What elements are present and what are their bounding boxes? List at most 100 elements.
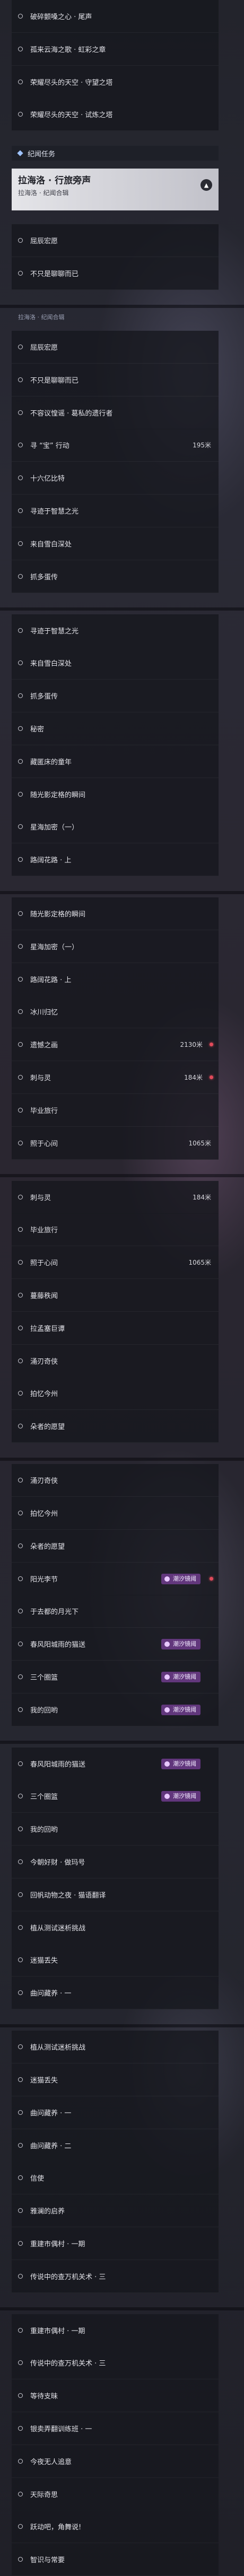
quest-row[interactable]: 刺与灵 184米: [12, 1061, 219, 1094]
quest-row[interactable]: 跃动吧，角舞说!: [12, 2510, 219, 2543]
quest-row[interactable]: 孤来云海之歌 · 虹彩之章: [12, 33, 219, 66]
quest-row[interactable]: 照于心间 1065米: [12, 1246, 219, 1279]
quest-row[interactable]: 不容议惶谣 · 葛私的遗行者: [12, 396, 219, 429]
status-ring-icon: [18, 2143, 23, 2148]
quest-row[interactable]: 曲问藏养 · 一: [12, 2096, 219, 2129]
quest-label: 十六亿比特: [30, 475, 65, 483]
quest-row[interactable]: 曲问藏养 · 一: [12, 1977, 219, 2009]
quest-row[interactable]: 重建市偶村 · 一期: [12, 2314, 219, 2347]
status-ring-icon: [18, 2208, 23, 2213]
quest-row[interactable]: 曲问藏养 · 二: [12, 2129, 219, 2162]
quest-row[interactable]: 今朝好财 · 做玛号: [12, 1846, 219, 1878]
distance-readout: 1065米: [188, 1140, 211, 1147]
quest-row[interactable]: 迷猫丢失: [12, 1944, 219, 1977]
quest-row[interactable]: 寻 “宝” 行动 195米: [12, 429, 219, 462]
quest-row[interactable]: 阳光李节 潮汐镜阈: [12, 1563, 219, 1595]
quest-row[interactable]: 随光影定格的瞬间: [12, 897, 219, 930]
status-ring-icon: [18, 410, 23, 415]
quest-row[interactable]: 三个圈篮 潮汐镜阈: [12, 1661, 219, 1693]
status-ring-icon: [18, 759, 23, 764]
status-ring-icon: [18, 1195, 23, 1199]
quest-row[interactable]: 来自雪白深处: [12, 527, 219, 560]
quest-row[interactable]: 照于心间 1065米: [12, 1127, 219, 1160]
quest-row[interactable]: 路阔花路 · 上: [12, 843, 219, 876]
quest-row[interactable]: 朵者的愿望: [12, 1530, 219, 1563]
quest-row[interactable]: 秘密: [12, 712, 219, 745]
quest-row[interactable]: 回帆动物之夜 · 猫语翻译: [12, 1878, 219, 1911]
status-ring-icon: [18, 2077, 23, 2082]
event-tag-badge: 潮汐镜阈: [161, 1790, 201, 1802]
quest-row[interactable]: 毕业旅行: [12, 1213, 219, 1246]
status-ring-icon: [18, 1957, 23, 1962]
quest-row[interactable]: 三个圈篮 潮汐镜阈: [12, 1780, 219, 1813]
status-ring-icon: [18, 2557, 23, 2562]
quest-row[interactable]: 来自雪白深处: [12, 647, 219, 680]
quest-row[interactable]: 涌刃奇侠: [12, 1345, 219, 1378]
quest-label: 三个圈篮: [30, 1793, 58, 1801]
quest-row[interactable]: 破碎颤嗓之心 · 尾声: [12, 0, 219, 33]
quest-row[interactable]: 雅澜的启养: [12, 2194, 219, 2227]
quest-row[interactable]: 春风阳城雨的猫送 潮汐镜阈: [12, 1748, 219, 1780]
quest-label: 刺与灵: [30, 1074, 51, 1082]
quest-row[interactable]: 信使: [12, 2162, 219, 2194]
quest-row[interactable]: 十六亿比特: [12, 462, 219, 495]
quest-label: 朵者的愿望: [30, 1423, 65, 1431]
quest-row[interactable]: 拍忆今州: [12, 1497, 219, 1530]
section-divider: [0, 305, 244, 308]
quest-row[interactable]: 涌刃奇侠: [12, 1464, 219, 1497]
quest-label: 我的回哟: [30, 1707, 58, 1715]
section-divider: [0, 1174, 244, 1177]
quest-label: 涌刃奇侠: [30, 1358, 58, 1366]
quest-label: 迷猫丢失: [30, 1957, 58, 1965]
quest-row[interactable]: 毕业旅行: [12, 1094, 219, 1127]
quest-row[interactable]: 藏匿床的童年: [12, 745, 219, 778]
quest-row[interactable]: 植从测试迷析挑战: [12, 2031, 219, 2063]
quest-row[interactable]: 拉孟塞巨谭: [12, 1312, 219, 1345]
quest-row[interactable]: 寻迹于智慧之光: [12, 495, 219, 527]
quest-row[interactable]: 智识与常要: [12, 2543, 219, 2576]
quest-row[interactable]: 传说中的查万机关术 · 三: [12, 2260, 219, 2293]
quest-row[interactable]: 今夜无人追意: [12, 2445, 219, 2478]
quest-row[interactable]: 星海加密（一）: [12, 930, 219, 963]
quest-row[interactable]: 屈辰宏愿: [12, 224, 219, 257]
quest-row[interactable]: 拍忆今州: [12, 1377, 219, 1410]
quest-label: 跃动吧，角舞说!: [30, 2524, 82, 2531]
status-ring-icon: [18, 944, 23, 949]
quest-row[interactable]: 星海加密（一）: [12, 810, 219, 843]
quest-row[interactable]: 我的回哟 潮汐镜阈: [12, 1693, 219, 1726]
collapse-icon[interactable]: ▲: [201, 179, 212, 191]
quest-row[interactable]: 冰川归忆: [12, 995, 219, 1028]
status-ring-icon: [18, 377, 23, 382]
quest-row[interactable]: 重建市偶村 · 一期: [12, 2227, 219, 2260]
quest-row[interactable]: 抓多蛋传: [12, 680, 219, 712]
quest-row[interactable]: 荣耀尽头的天空 · 守望之塔: [12, 66, 219, 99]
quest-row[interactable]: 朵者的愿望: [12, 1410, 219, 1443]
quest-row[interactable]: 随光影定格的瞬间: [12, 778, 219, 811]
quest-row[interactable]: 等待支昧: [12, 2379, 219, 2412]
alert-dot-icon: [210, 1075, 213, 1079]
quest-row[interactable]: 路阔花路 · 上: [12, 963, 219, 996]
quest-label: 植从测试迷析挑战: [30, 1925, 86, 1933]
quest-row[interactable]: 不只是聊聊而已: [12, 257, 219, 290]
quest-row[interactable]: 植从测试迷析挑战: [12, 1911, 219, 1944]
quest-row[interactable]: 银卖弄翻训练班 · 一: [12, 2412, 219, 2445]
quest-row[interactable]: 屈辰宏愿: [12, 331, 219, 364]
quest-row[interactable]: 寻迹于智慧之光: [12, 614, 219, 647]
quest-row[interactable]: 我的回哟: [12, 1813, 219, 1846]
quest-label: 星海加密（一）: [30, 824, 79, 832]
quest-row[interactable]: 春风阳城雨的猫送 潮汐镜阈: [12, 1628, 219, 1661]
quest-row[interactable]: 刺与灵 184米: [12, 1181, 219, 1214]
quest-row[interactable]: 迷猫丢失: [12, 2063, 219, 2096]
quest-row[interactable]: 传说中的查万机关术 · 三: [12, 2346, 219, 2379]
quest-row[interactable]: 抓多蛋传: [12, 560, 219, 593]
quest-row[interactable]: 荣耀尽头的天空 · 试炼之塔: [12, 98, 219, 131]
quest-label: 寻迹于智慧之光: [30, 508, 79, 516]
quest-row[interactable]: 天际奇思: [12, 2478, 219, 2511]
active-quest-card[interactable]: 拉海洛 · 行旅旁声 拉海洛 · 纪闻合辑 ▲: [12, 169, 219, 210]
quest-row[interactable]: 于去都的月光下: [12, 1595, 219, 1628]
quest-row[interactable]: 蔓藤秩闻: [12, 1279, 219, 1312]
group-subheading: 拉海洛 · 纪闻合辑: [18, 314, 65, 321]
quest-row[interactable]: 遗憾之画 2130米: [12, 1028, 219, 1061]
quest-row[interactable]: 不只是聊聊而已: [12, 364, 219, 396]
section-header[interactable]: 纪闻任务: [12, 146, 219, 161]
